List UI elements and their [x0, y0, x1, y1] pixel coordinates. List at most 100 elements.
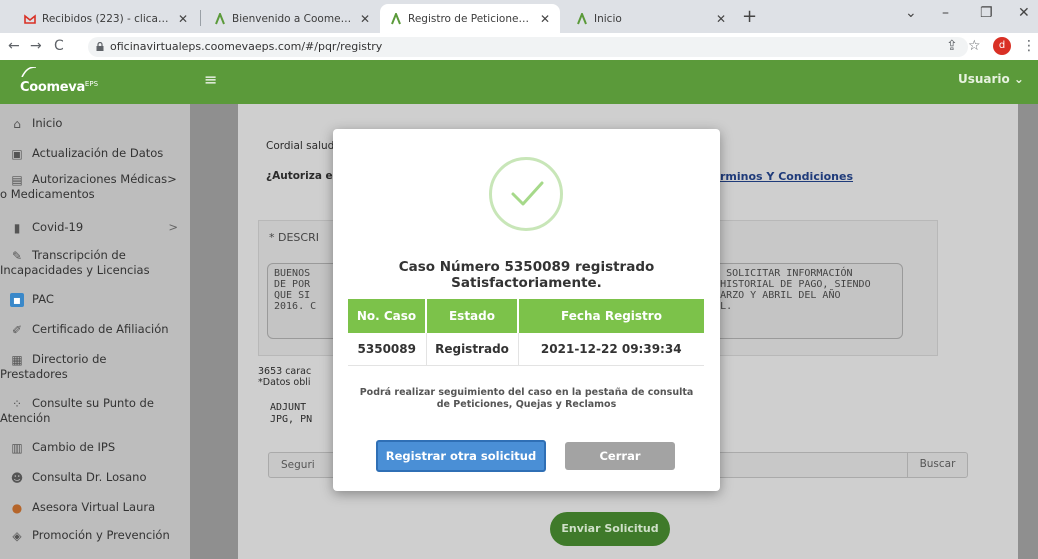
tab-close-icon[interactable]: ✕ — [540, 12, 550, 26]
sidebar-item-actualizacion[interactable]: ▣ Actualización de Datos — [0, 146, 190, 161]
tab-gmail[interactable]: Recibidos (223) - clicaroma26@g ✕ — [14, 4, 198, 33]
case-table: No. Caso Estado Fecha Registro 5350089 R… — [348, 299, 704, 366]
sidebar-item-label-2: o Medicamentos — [0, 186, 95, 201]
new-tab-button[interactable]: + — [742, 6, 757, 27]
sidebar-item-promocion[interactable]: ◈ Promoción y Prevención — [0, 528, 190, 543]
sidebar-item-dr-losano[interactable]: ☻ Consulta Dr. Losano — [0, 470, 190, 485]
hospital-icon: ▥ — [11, 440, 23, 455]
tab-title: Bienvenido a Coomeva EPS S.A. — [232, 12, 354, 25]
app-header: CoomevaEPS ≡ Usuario ⌄ — [0, 60, 1038, 104]
sidebar-item-label: Autorizaciones Médicas — [32, 172, 168, 186]
coomeva-icon — [391, 12, 401, 24]
document-icon: ▤ — [11, 172, 23, 187]
sidebar-item-label: Consulta Dr. Losano — [32, 470, 147, 484]
sidebar-item-label: Inicio — [32, 116, 63, 130]
doctor-icon: ☻ — [10, 470, 24, 485]
followup-note: Podrá realizar seguimiento del caso en l… — [359, 387, 694, 410]
reload-icon[interactable]: C — [54, 38, 64, 54]
bookmark-star-icon[interactable]: ☆ — [968, 38, 981, 54]
tab-title: Registro de Peticiones, Quejas y — [408, 12, 534, 25]
chevron-right-icon: > — [167, 172, 177, 186]
sidebar-item-label: Transcripción de — [32, 248, 126, 262]
directory-icon: ▦ — [11, 352, 23, 367]
logo-mark-icon — [21, 66, 37, 78]
column-header: No. Caso — [348, 299, 427, 333]
back-icon[interactable]: ← — [8, 38, 20, 54]
sidebar-item-label: PAC — [32, 292, 54, 306]
hamburger-icon[interactable]: ≡ — [204, 70, 217, 89]
sidebar-item-covid[interactable]: ▮ Covid-19 > — [0, 220, 190, 235]
url-text: oficinavirtualeps.coomevaeps.com/#/pqr/r… — [110, 40, 383, 53]
tab-separator — [200, 10, 201, 26]
minimize-icon[interactable]: – — [942, 5, 949, 21]
sidebar-item-asesora[interactable]: ● Asesora Virtual Laura — [0, 500, 190, 515]
column-header: Fecha Registro — [518, 299, 704, 333]
tab-close-icon[interactable]: ✕ — [716, 12, 726, 26]
id-card-icon: ▣ — [11, 146, 23, 161]
coomeva-logo[interactable]: CoomevaEPS — [20, 66, 98, 95]
sidebar-item-label-2: Prestadores — [0, 366, 68, 381]
sidebar-item-certificado[interactable]: ✐ Certificado de Afiliación — [0, 322, 190, 337]
sidebar-item-label: Directorio de — [32, 352, 107, 366]
sidebar-item-punto-atencion[interactable]: ⁘ Consulte su Punto de Atención — [0, 396, 190, 425]
sidebar-item-autorizaciones[interactable]: ▤ Autorizaciones Médicas> o Medicamentos — [0, 172, 190, 201]
home-icon: ⌂ — [13, 116, 21, 131]
case-number-cell: 5350089 — [348, 333, 427, 366]
location-icon: ⁘ — [11, 396, 23, 411]
sidebar: ⌂ Inicio ▣ Actualización de Datos ▤ Autoriz… — [0, 104, 190, 559]
tab-title: Recibidos (223) - clicaroma26@g — [42, 12, 172, 25]
sidebar-item-directorio[interactable]: ▦ Directorio de Prestadores — [0, 352, 190, 381]
check-icon — [489, 157, 563, 231]
sidebar-item-label-2: Incapacidades y Licencias — [0, 262, 150, 277]
tab-search-icon[interactable]: ⌄ — [905, 5, 917, 21]
table-row: 5350089 Registrado 2021-12-22 09:39:34 — [348, 333, 704, 366]
covid-icon: ▮ — [13, 220, 21, 235]
register-another-button[interactable]: Registrar otra solicitud — [376, 440, 546, 472]
share-icon[interactable]: ⇪ — [946, 38, 958, 54]
tab-bar: Recibidos (223) - clicaroma26@g ✕ Bienve… — [0, 0, 1038, 33]
sidebar-item-label: Promoción y Prevención — [32, 528, 170, 542]
brand-suffix: EPS — [84, 80, 99, 88]
tab-registro-pqr[interactable]: Registro de Peticiones, Quejas y ✕ — [380, 4, 560, 33]
restore-icon[interactable]: ❐ — [980, 5, 993, 21]
shield-icon: ◈ — [12, 528, 22, 543]
status-cell: Registrado — [426, 333, 519, 366]
close-window-icon[interactable]: ✕ — [1018, 5, 1030, 21]
column-header: Estado — [426, 299, 519, 333]
tab-title: Inicio — [594, 12, 622, 25]
coomeva-icon — [215, 12, 225, 24]
tab-inicio[interactable]: Inicio ✕ — [566, 4, 736, 33]
tab-close-icon[interactable]: ✕ — [178, 12, 188, 26]
table-header-row: No. Caso Estado Fecha Registro — [348, 299, 704, 333]
sidebar-item-transcripcion[interactable]: ✎ Transcripción de Incapacidades y Licenci… — [0, 248, 190, 277]
sidebar-item-label-2: Atención — [0, 410, 51, 425]
assistant-icon: ● — [11, 500, 23, 515]
success-modal: Caso Número 5350089 registrado Satisfact… — [333, 129, 720, 491]
coomeva-icon — [577, 12, 587, 24]
sidebar-item-label: Cambio de IPS — [32, 440, 116, 454]
browser-menu-icon[interactable]: ⋮ — [1022, 38, 1036, 54]
close-button[interactable]: Cerrar — [565, 442, 675, 470]
gmail-icon — [24, 13, 36, 24]
sidebar-item-label: Covid-19 — [32, 220, 84, 234]
date-cell: 2021-12-22 09:39:34 — [518, 333, 704, 366]
sidebar-item-label: Actualización de Datos — [32, 146, 164, 160]
tab-close-icon[interactable]: ✕ — [360, 12, 370, 26]
address-bar-row: ← → C oficinavirtualeps.coomevaeps.com/#… — [0, 33, 1038, 60]
url-field[interactable]: oficinavirtualeps.coomevaeps.com/#/pqr/r… — [88, 37, 968, 57]
certificate-icon: ✐ — [11, 322, 23, 337]
profile-avatar[interactable]: d — [993, 37, 1011, 55]
sidebar-item-cambio-ips[interactable]: ▥ Cambio de IPS — [0, 440, 190, 455]
lock-icon — [96, 42, 104, 51]
chevron-right-icon: > — [168, 220, 178, 234]
tab-bienvenido[interactable]: Bienvenido a Coomeva EPS S.A. ✕ — [204, 4, 380, 33]
sidebar-item-label: Consulte su Punto de — [32, 396, 154, 410]
user-menu[interactable]: Usuario ⌄ — [958, 72, 1024, 86]
forward-icon[interactable]: → — [30, 38, 42, 54]
modal-title: Caso Número 5350089 registrado Satisfact… — [398, 259, 655, 291]
transcription-icon: ✎ — [11, 248, 23, 263]
sidebar-item-inicio[interactable]: ⌂ Inicio — [0, 116, 190, 131]
sidebar-item-label: Certificado de Afiliación — [32, 322, 169, 336]
pac-icon: ▪ — [10, 292, 24, 307]
sidebar-item-pac[interactable]: ▪ PAC — [0, 292, 190, 307]
